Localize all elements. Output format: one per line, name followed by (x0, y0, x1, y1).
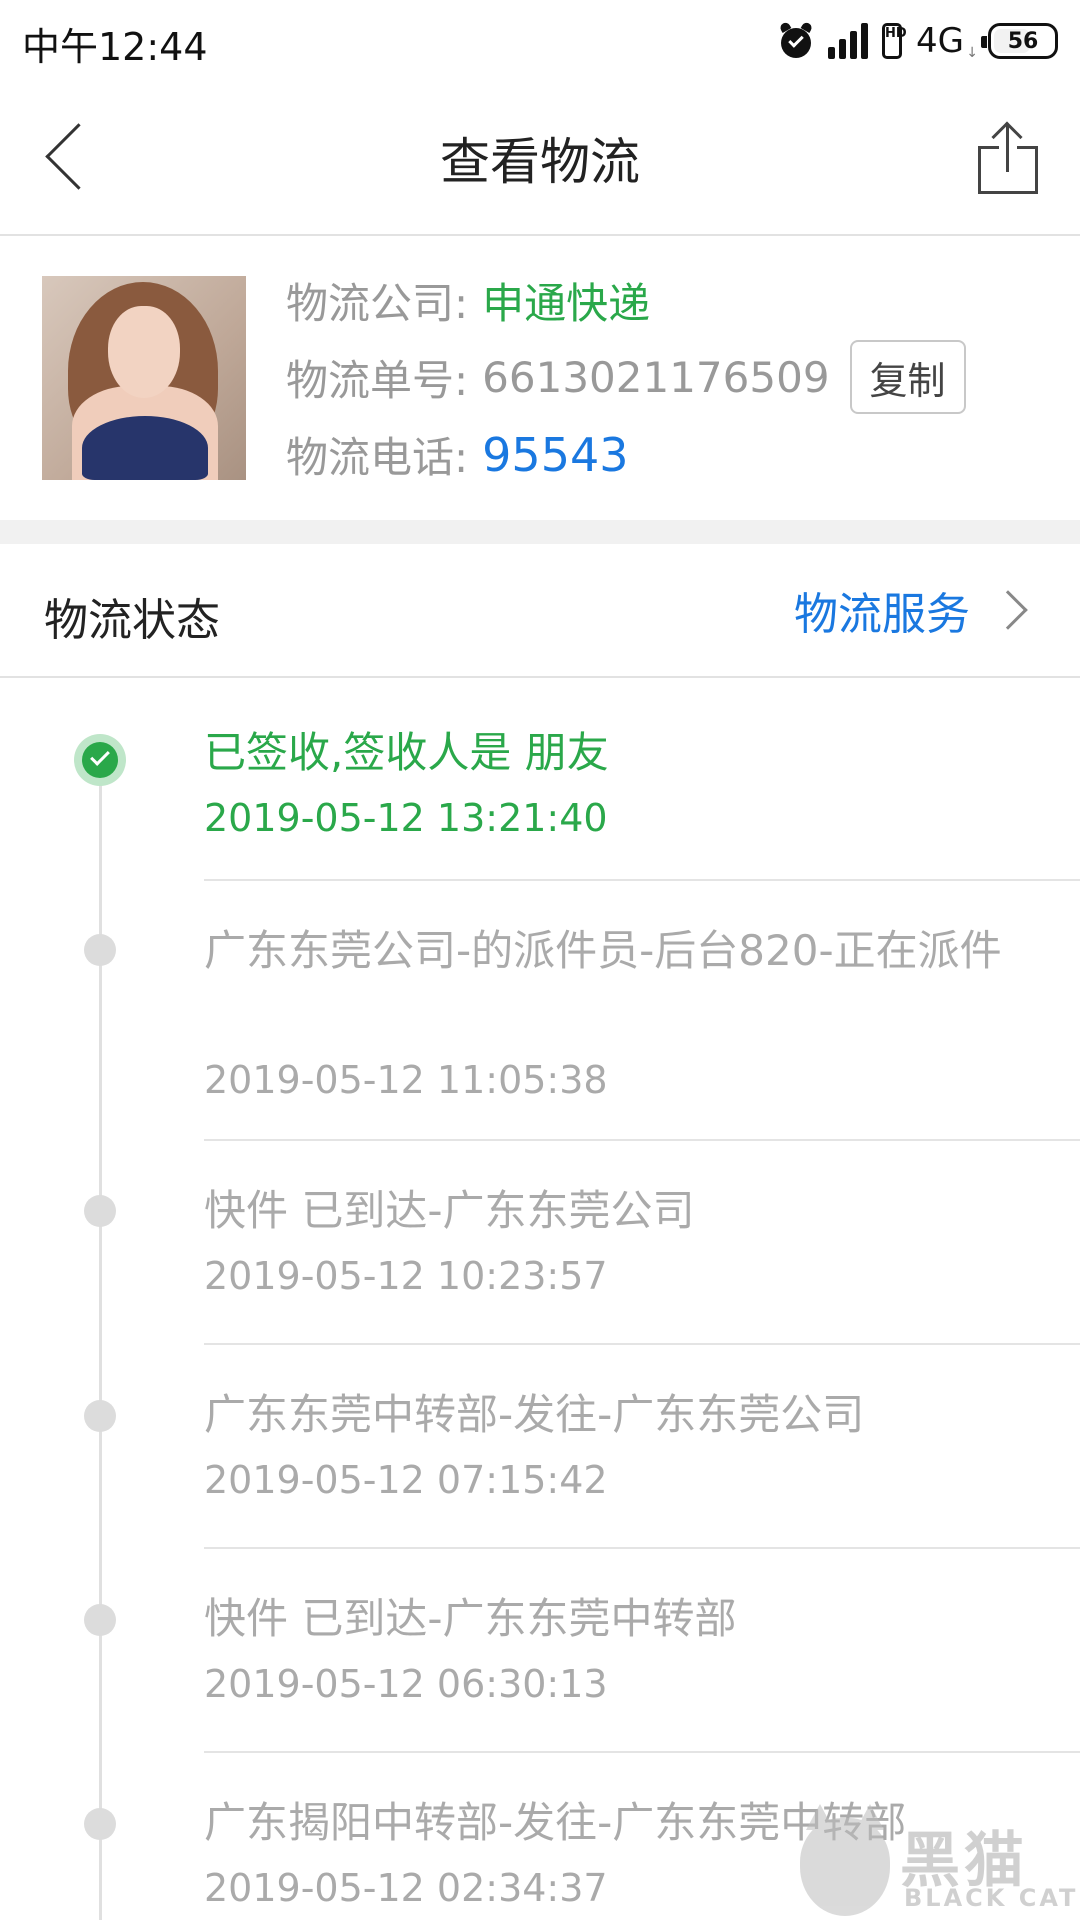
event-separator (204, 1547, 1080, 1549)
phone-label: 物流电话: (286, 433, 469, 482)
event-time: 2019-05-12 13:21:40 (204, 796, 608, 840)
logistics-service-link[interactable]: 物流服务 (794, 570, 1032, 650)
event-time: 2019-05-12 06:30:13 (204, 1662, 608, 1706)
timeline-dot-icon (84, 1195, 116, 1227)
battery-icon: 56 (981, 23, 1058, 59)
product-thumbnail[interactable] (42, 276, 246, 480)
timeline-dot-icon (84, 1400, 116, 1432)
company-row: 物流公司: 申通快递 (286, 270, 650, 331)
section-title: 物流状态 (44, 595, 220, 646)
battery-level: 56 (1007, 28, 1039, 54)
back-button[interactable] (30, 108, 110, 198)
tracking-number-row: 物流单号: 6613021176509 复制 (286, 340, 966, 414)
section-divider (0, 520, 1080, 544)
event-separator (204, 1751, 1080, 1753)
status-bar: 中午12:44 HD 4G ↓ 56 (0, 0, 1080, 84)
copy-button[interactable]: 复制 (849, 340, 966, 414)
phone-row: 物流电话: 95543 (286, 424, 629, 485)
timeline-dot-icon (84, 934, 116, 966)
tracking-number-value: 6613021176509 (482, 352, 830, 402)
watermark-logo: 黑猫 BLACK CAT (800, 1804, 1080, 1920)
page-title: 查看物流 (440, 133, 640, 191)
event-time: 2019-05-12 11:05:38 (204, 1058, 608, 1102)
check-circle-icon (74, 734, 126, 786)
service-link-label: 物流服务 (794, 589, 970, 640)
company-value: 申通快递 (482, 279, 651, 328)
status-header: 物流状态 物流服务 (0, 544, 1080, 678)
tracking-number-label: 物流单号: (286, 355, 469, 405)
hd-icon: HD (882, 23, 907, 59)
event-separator (204, 1139, 1080, 1141)
logistics-info-card: 物流公司: 申通快递 物流单号: 6613021176509 复制 物流电话: … (0, 238, 1080, 520)
data-arrow-icon: ↓ (966, 45, 978, 61)
event-time: 2019-05-12 10:23:57 (204, 1254, 608, 1298)
company-label: 物流公司: (286, 279, 469, 328)
timeline-dot-icon (84, 1808, 116, 1840)
tracking-timeline: 已签收,签收人是 朋友 2019-05-12 13:21:40 广东东莞公司-的… (0, 680, 1080, 1920)
event-separator (204, 879, 1080, 881)
event-description: 快件 已到达-广东东莞公司 (204, 1186, 695, 1235)
status-icons: HD 4G ↓ 56 (778, 14, 1058, 68)
event-time: 2019-05-12 07:15:42 (204, 1458, 608, 1502)
event-time: 2019-05-12 02:34:37 (204, 1866, 608, 1910)
event-separator (204, 1343, 1080, 1345)
event-description: 已签收,签收人是 朋友 (204, 728, 609, 777)
watermark-subtext: BLACK CAT (904, 1884, 1079, 1912)
chevron-right-icon (988, 590, 1028, 630)
network-label: 4G (916, 21, 964, 61)
signal-icon (828, 23, 869, 59)
timeline-dot-icon (84, 1604, 116, 1636)
event-description: 快件 已到达-广东东莞中转部 (204, 1594, 737, 1643)
network-type: 4G ↓ (916, 21, 978, 61)
event-description: 广东东莞中转部-发往-广东东莞公司 (204, 1390, 865, 1439)
event-description: 广东东莞公司-的派件员-后台820-正在派件 (204, 926, 1002, 975)
phone-link[interactable]: 95543 (482, 428, 628, 482)
alarm-icon (778, 21, 814, 60)
cat-logo-icon (800, 1804, 890, 1916)
status-time: 中午12:44 (22, 25, 208, 69)
nav-bar: 查看物流 (0, 84, 1080, 236)
share-button[interactable] (976, 118, 1040, 198)
